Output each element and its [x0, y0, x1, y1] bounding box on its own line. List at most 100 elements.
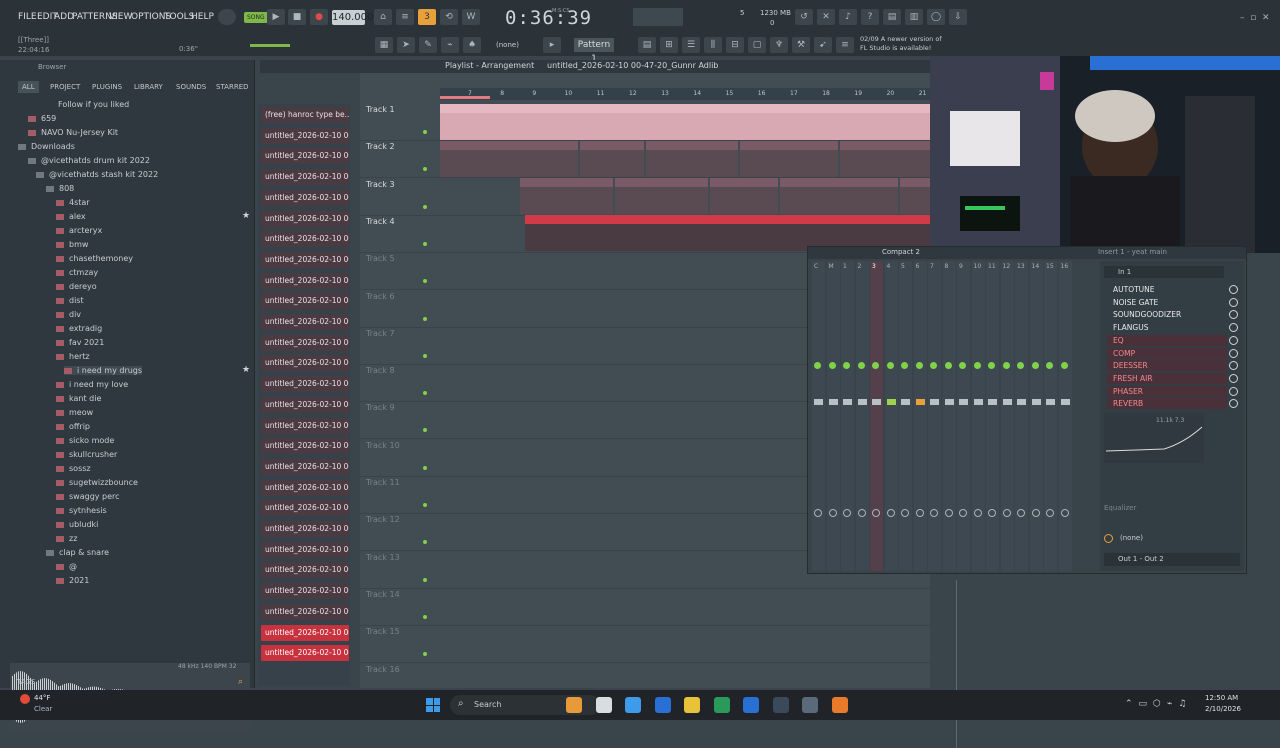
route-knob[interactable] — [930, 509, 938, 517]
wait-input-icon[interactable]: ≡ — [396, 9, 414, 25]
edge-icon[interactable] — [713, 697, 730, 713]
route-knob[interactable] — [959, 509, 967, 517]
app-icon[interactable] — [566, 697, 582, 713]
fader-knob[interactable] — [915, 399, 925, 405]
search-icon[interactable]: ⌕ — [238, 677, 243, 687]
browser-item[interactable]: meow — [56, 408, 93, 417]
channel-rack-icon[interactable]: ⊞ — [660, 37, 678, 53]
browser-item[interactable]: zz — [56, 534, 77, 543]
track-name[interactable]: Track 4 — [366, 217, 395, 226]
mixer-view-icon[interactable]: ⫼ — [704, 37, 722, 53]
mixer-strip[interactable] — [913, 261, 927, 571]
channel-button[interactable]: untitled_2026-02-10 00- — [261, 396, 349, 413]
fx-slot[interactable]: AUTOTUNE — [1107, 284, 1227, 295]
mixer-strip[interactable] — [942, 261, 956, 571]
browser-item[interactable]: bmw — [56, 240, 88, 249]
track-led[interactable] — [423, 577, 427, 582]
browser-item[interactable]: i need my drugs — [64, 366, 143, 375]
fader-knob[interactable] — [814, 399, 823, 405]
fx-slot[interactable]: REVERB — [1107, 398, 1227, 410]
route-knob[interactable] — [901, 509, 909, 517]
fader-knob[interactable] — [944, 399, 954, 405]
pattern-add-icon[interactable]: ▤ — [638, 37, 656, 53]
fader-knob[interactable] — [1017, 399, 1026, 405]
channel-button[interactable]: untitled_2026-02-10 00- — [261, 438, 349, 455]
track-led[interactable] — [423, 503, 427, 507]
route-knob[interactable] — [814, 509, 822, 517]
fader-knob[interactable] — [872, 399, 881, 405]
clock-date[interactable]: 2/10/2026 — [1205, 705, 1241, 713]
pan-knob[interactable] — [1002, 362, 1010, 369]
fx-slot[interactable]: SOUNDGOODIZER — [1107, 309, 1227, 321]
browser-item[interactable]: @ — [56, 562, 77, 571]
clock-time[interactable]: 12:50 AM — [1205, 694, 1238, 702]
browser-item[interactable]: arcteryx — [56, 226, 102, 235]
browser-item[interactable]: NAVO Nu-Jersey Kit — [28, 128, 118, 137]
fader-knob[interactable] — [930, 399, 939, 405]
track-led[interactable] — [423, 130, 427, 134]
browser-item[interactable]: skullcrusher — [56, 450, 117, 459]
fx-mix-knob[interactable] — [1229, 285, 1238, 294]
track-led[interactable] — [423, 353, 427, 358]
browser-item[interactable]: i need my love — [56, 380, 128, 389]
mixer-strip[interactable] — [957, 261, 970, 571]
mixer-strip[interactable] — [884, 261, 898, 571]
window-controls[interactable]: – ▫ ✕ — [1240, 13, 1270, 23]
blend-notes-icon[interactable]: W — [462, 9, 480, 25]
task-view-icon[interactable] — [595, 697, 612, 713]
browser-item[interactable]: extradig — [56, 324, 102, 333]
channel-button[interactable]: untitled_2026-02-10 00- — [261, 376, 349, 393]
route-knob[interactable] — [1002, 509, 1011, 517]
route-knob[interactable] — [1031, 509, 1040, 517]
star-icon[interactable]: ★ — [242, 211, 250, 221]
browser-item[interactable]: 659 — [28, 114, 56, 123]
fader-knob[interactable] — [1002, 399, 1012, 405]
app-icon[interactable] — [772, 697, 789, 713]
route-knob[interactable] — [828, 509, 837, 517]
browser-icon[interactable]: ⊟ — [726, 37, 744, 53]
browser-item[interactable]: Follow if you liked — [58, 100, 129, 109]
save-icon[interactable]: ▤ — [883, 9, 901, 25]
menu-item[interactable]: FILE — [18, 12, 37, 22]
channel-button[interactable]: untitled_2026-02-10 00- — [261, 417, 349, 434]
browser-tab[interactable]: SOUNDS — [176, 83, 206, 91]
channel-button[interactable]: untitled_2026-02-10 00- — [261, 500, 349, 517]
fader-knob[interactable] — [901, 399, 910, 405]
track-name[interactable]: Track 1 — [366, 105, 395, 114]
paint-icon[interactable]: ⌁ — [441, 37, 459, 53]
pan-knob[interactable] — [959, 362, 966, 369]
fx-slot[interactable]: FRESH AIR — [1107, 372, 1227, 384]
input-select[interactable]: In 1 — [1104, 266, 1224, 278]
undo-icon[interactable]: ↺ — [795, 9, 813, 25]
mixer-strip[interactable] — [971, 261, 985, 571]
pan-knob[interactable] — [1060, 362, 1068, 369]
channel-button[interactable]: untitled_2026-02-10 00- — [261, 251, 349, 268]
stamp-icon[interactable]: ♠ — [463, 37, 481, 53]
channel-button[interactable]: (free) hanroc type be... — [261, 107, 349, 123]
track-name[interactable]: Track 8 — [366, 366, 395, 375]
channel-button[interactable]: untitled_2026-02-10 00- — [261, 479, 349, 496]
browser-item[interactable]: @vicethatds stash kit 2022 — [36, 170, 158, 179]
pan-knob[interactable] — [944, 362, 952, 369]
pattern-arrow-icon[interactable]: ▸ — [543, 37, 561, 53]
route-knob[interactable] — [973, 509, 982, 517]
browser-item[interactable]: 2021 — [56, 576, 89, 585]
browser-item[interactable]: dist — [56, 296, 84, 305]
metronome-icon[interactable]: ⌂ — [374, 9, 392, 25]
file-explorer-icon[interactable] — [684, 697, 700, 713]
browser-item[interactable]: ubludki — [56, 520, 98, 529]
master-volume-slider[interactable] — [250, 44, 290, 47]
pencil-icon[interactable]: ✎ — [419, 37, 437, 53]
browser-tab[interactable]: LIBRARY — [134, 83, 163, 91]
browser-item[interactable]: sytnhesis — [56, 506, 107, 515]
pattern-clip[interactable]: untitled_...yeat main — [780, 178, 898, 214]
fader-knob[interactable] — [988, 399, 997, 405]
track-led[interactable] — [423, 204, 427, 209]
track-name[interactable]: Track 5 — [366, 254, 395, 263]
channel-button[interactable]: untitled_2026-02-10 00- — [261, 562, 349, 579]
route-knob[interactable] — [915, 509, 924, 517]
pattern-clip[interactable]: untitled_yeat main — [520, 178, 613, 214]
output-select[interactable]: Out 1 - Out 2 — [1104, 553, 1240, 566]
route-knob[interactable] — [1046, 509, 1054, 517]
fx-slot[interactable]: EQ — [1107, 334, 1227, 346]
